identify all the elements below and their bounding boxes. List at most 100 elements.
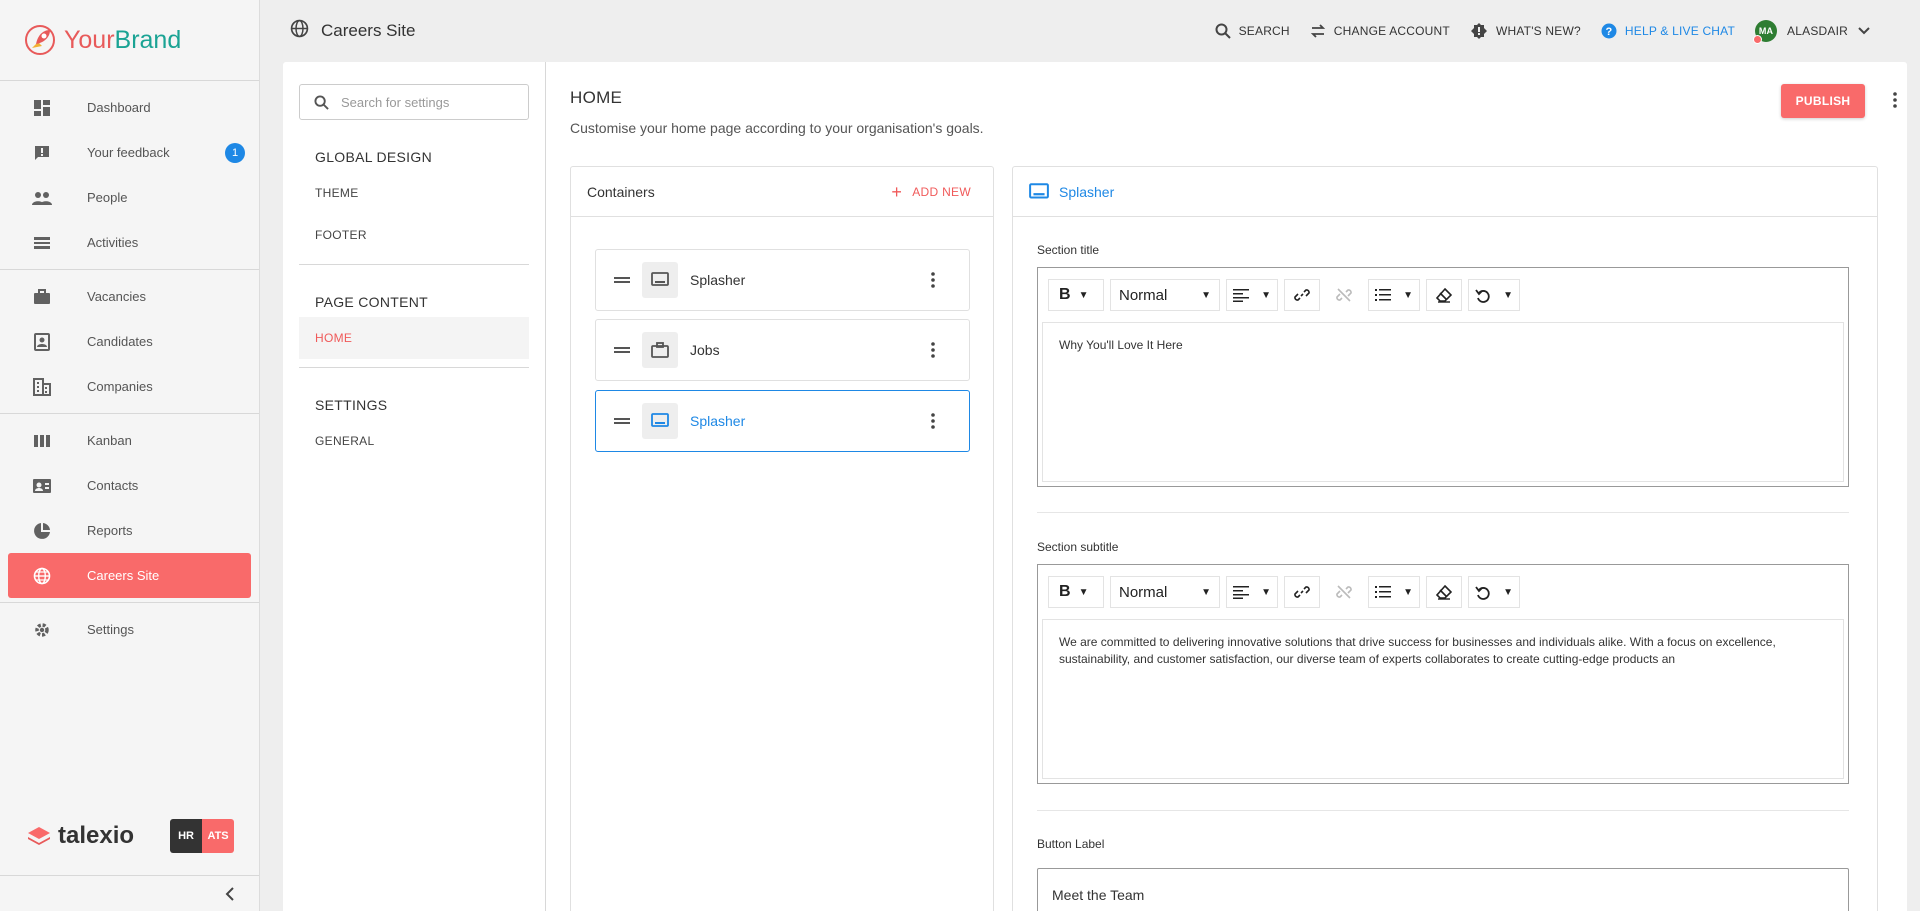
- more-options-icon[interactable]: [1893, 92, 1897, 108]
- search-button[interactable]: SEARCH: [1215, 23, 1290, 39]
- chevron-down-icon: [1858, 27, 1870, 35]
- help-live-chat-button[interactable]: ? HELP & LIVE CHAT: [1601, 23, 1735, 39]
- caret-down-icon: ▼: [1403, 586, 1413, 598]
- settings-item-general[interactable]: GENERAL: [299, 420, 529, 462]
- sidebar-item-kanban[interactable]: Kanban: [8, 418, 251, 463]
- people-icon: [32, 188, 52, 208]
- sidebar-item-label: Your feedback: [87, 145, 170, 160]
- sidebar-item-companies[interactable]: Companies: [8, 364, 251, 409]
- container-menu-icon[interactable]: [931, 413, 935, 429]
- sidebar-item-careers-site[interactable]: Careers Site: [8, 553, 251, 598]
- publish-button[interactable]: PUBLISH: [1781, 84, 1865, 118]
- list-button[interactable]: ▼: [1368, 279, 1420, 311]
- list-button[interactable]: ▼: [1368, 576, 1420, 608]
- bold-button[interactable]: B ▼: [1048, 576, 1104, 608]
- section-title-editor: B ▼ Normal ▼ ▼ ▼ ▼ Why You'll Love It Here: [1037, 267, 1849, 487]
- sidebar-item-vacancies[interactable]: Vacancies: [8, 274, 251, 319]
- sidebar-item-label: People: [87, 190, 128, 205]
- sidebar-item-your-feedback[interactable]: Your feedback 1: [8, 130, 251, 175]
- unlink-button[interactable]: [1326, 576, 1362, 608]
- kanban-icon: [32, 431, 52, 451]
- feedback-count-badge: 1: [225, 143, 245, 163]
- format-select[interactable]: Normal ▼: [1110, 576, 1220, 608]
- container-item-splasher[interactable]: Splasher: [595, 249, 970, 311]
- sidebar-item-people[interactable]: People: [8, 175, 251, 220]
- briefcase-icon: [642, 332, 678, 368]
- brand-text-2: Brand: [114, 25, 182, 54]
- whats-new-button[interactable]: WHAT'S NEW?: [1470, 22, 1581, 40]
- pie-chart-icon: [32, 521, 52, 541]
- divider: [1037, 512, 1849, 513]
- briefcase-icon: [32, 287, 52, 307]
- sidebar-item-candidates[interactable]: Candidates: [8, 319, 251, 364]
- link-button[interactable]: [1284, 279, 1320, 311]
- sidebar: YourBrand Dashboard Your feedback 1 Peop…: [0, 0, 260, 911]
- mode-switch[interactable]: HR ATS: [170, 819, 235, 853]
- settings-search-box[interactable]: [299, 84, 529, 120]
- brand-text-1: Your: [64, 25, 115, 54]
- drag-handle-icon[interactable]: [614, 417, 630, 425]
- rte-toolbar: B ▼ Normal ▼ ▼ ▼ ▼: [1038, 565, 1848, 619]
- bold-label: B: [1059, 286, 1071, 303]
- link-button[interactable]: [1284, 576, 1320, 608]
- clear-format-button[interactable]: [1426, 279, 1462, 311]
- main-card: GLOBAL DESIGN THEME FOOTER PAGE CONTENT …: [283, 62, 1907, 911]
- sidebar-item-label: Dashboard: [87, 100, 151, 115]
- clear-format-button[interactable]: [1426, 576, 1462, 608]
- sidebar-footer: talexio HR ATS: [0, 801, 259, 871]
- undo-button[interactable]: ▼: [1468, 576, 1520, 608]
- settings-item-theme[interactable]: THEME: [299, 172, 529, 214]
- format-label: Normal: [1119, 286, 1168, 304]
- add-new-button[interactable]: + ADD NEW: [891, 167, 971, 217]
- section-settings: SETTINGS: [315, 397, 388, 413]
- drag-handle-icon[interactable]: [614, 346, 630, 354]
- feedback-icon: [32, 143, 52, 163]
- bold-button[interactable]: B ▼: [1048, 279, 1104, 311]
- containers-title: Containers: [587, 183, 655, 200]
- mode-hr-button[interactable]: HR: [170, 819, 203, 853]
- mode-ats-button[interactable]: ATS: [202, 819, 235, 853]
- settings-search-input[interactable]: [341, 94, 511, 110]
- sidebar-item-activities[interactable]: Activities: [8, 220, 251, 265]
- section-subtitle-label: Section subtitle: [1037, 540, 1119, 554]
- collapse-sidebar-button[interactable]: [0, 875, 259, 911]
- sidebar-item-contacts[interactable]: Contacts: [8, 463, 251, 508]
- caret-down-icon: ▼: [1503, 586, 1513, 598]
- user-menu[interactable]: MA ALASDAIR: [1753, 20, 1870, 44]
- unlink-button[interactable]: [1326, 279, 1362, 311]
- undo-icon: [1475, 289, 1490, 303]
- nav-group-main: Dashboard Your feedback 1 People Activit…: [0, 80, 259, 269]
- list-icon: [1375, 289, 1391, 301]
- button-label-input[interactable]: Meet the Team: [1037, 868, 1849, 911]
- settings-item-home[interactable]: HOME: [299, 317, 529, 359]
- container-menu-icon[interactable]: [931, 342, 935, 358]
- sidebar-item-dashboard[interactable]: Dashboard: [8, 85, 251, 130]
- container-menu-icon[interactable]: [931, 272, 935, 288]
- align-button[interactable]: ▼: [1226, 279, 1278, 311]
- container-item-splasher-selected[interactable]: Splasher: [595, 390, 970, 452]
- section-title-input[interactable]: Why You'll Love It Here: [1042, 322, 1844, 482]
- align-button[interactable]: ▼: [1226, 576, 1278, 608]
- caret-down-icon: ▼: [1078, 586, 1089, 598]
- brand-logo[interactable]: YourBrand: [0, 0, 259, 80]
- container-label: Jobs: [690, 342, 720, 358]
- settings-nav: GLOBAL DESIGN THEME FOOTER PAGE CONTENT …: [283, 62, 546, 911]
- container-item-jobs[interactable]: Jobs: [595, 319, 970, 381]
- change-account-button[interactable]: CHANGE ACCOUNT: [1310, 23, 1450, 39]
- topbar: Careers Site SEARCH CHANGE ACCOUNT WHAT'…: [260, 0, 1920, 62]
- format-select[interactable]: Normal ▼: [1110, 279, 1220, 311]
- chevron-left-icon: [225, 886, 234, 901]
- section-subtitle-input[interactable]: We are committed to delivering innovativ…: [1042, 619, 1844, 779]
- section-title-label: Section title: [1037, 243, 1100, 257]
- containers-header: Containers + ADD NEW: [571, 167, 993, 217]
- sidebar-item-label: Contacts: [87, 478, 139, 493]
- sidebar-item-settings[interactable]: Settings: [8, 607, 251, 652]
- candidate-icon: [32, 332, 52, 352]
- drag-handle-icon[interactable]: [614, 276, 630, 284]
- sidebar-item-reports[interactable]: Reports: [8, 508, 251, 553]
- undo-button[interactable]: ▼: [1468, 279, 1520, 311]
- sidebar-item-label: Companies: [87, 379, 153, 394]
- announcement-icon: [1470, 22, 1488, 40]
- editor-title: Splasher: [1059, 183, 1115, 200]
- settings-item-footer[interactable]: FOOTER: [299, 214, 529, 256]
